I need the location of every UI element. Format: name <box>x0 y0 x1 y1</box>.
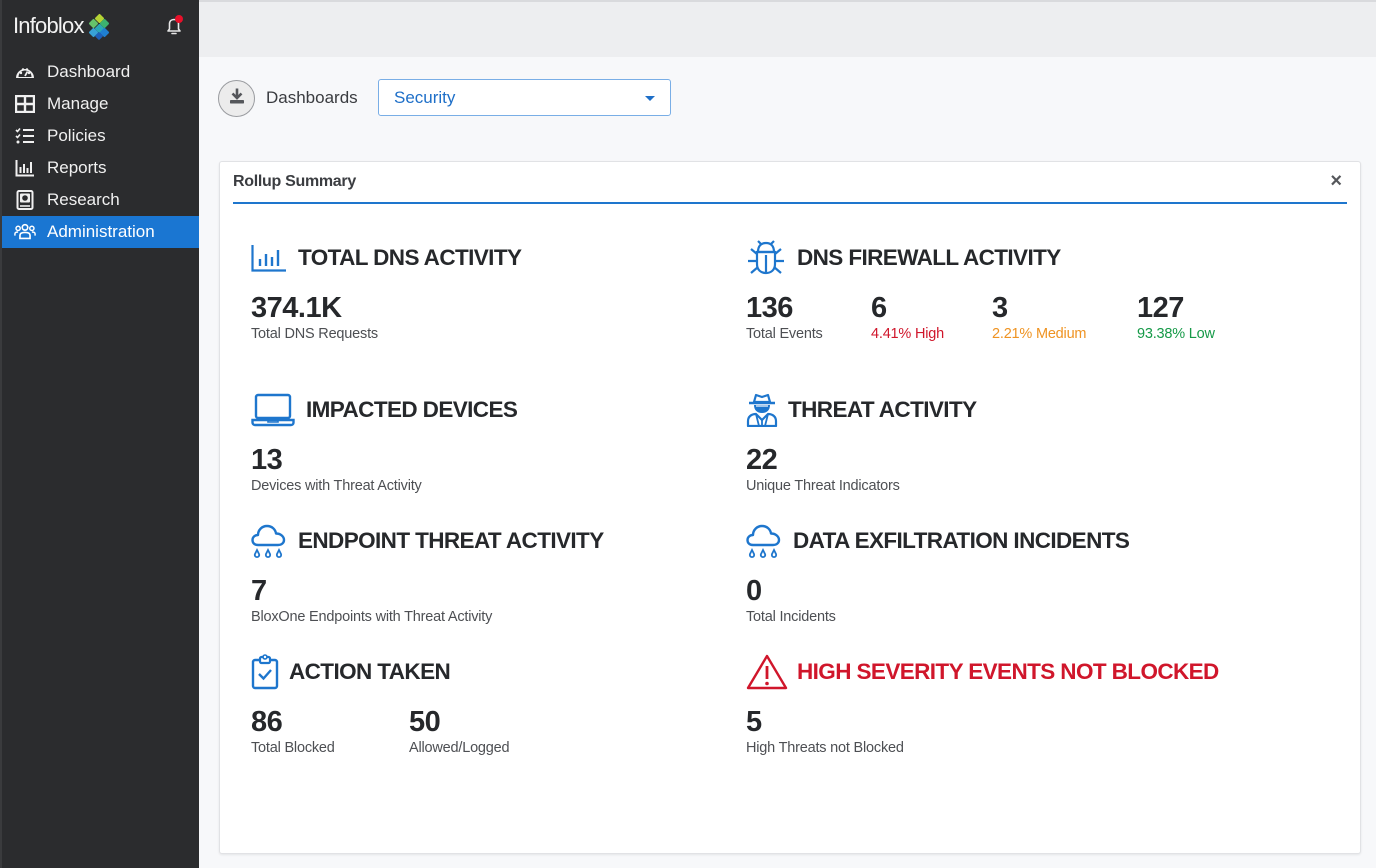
metric-label-high: 4.41% High <box>871 326 944 342</box>
sidebar-item-research[interactable]: Research <box>2 184 199 216</box>
section-title: TOTAL DNS ACTIVITY <box>298 245 522 270</box>
laptop-icon <box>251 393 306 427</box>
sidebar-item-label: Dashboard <box>47 62 131 81</box>
users-group-icon <box>14 222 36 242</box>
metric-label: Total DNS Requests <box>251 326 378 342</box>
dashboards-label: Dashboards <box>266 88 358 107</box>
dashboard-gauge-icon <box>14 62 36 82</box>
bug-icon <box>746 240 797 275</box>
section-total-dns-activity: TOTAL DNS ACTIVITY 374.1K Total DNS Requ… <box>251 241 522 342</box>
metric-high-threats-not-blocked: 5 High Threats not Blocked <box>746 707 904 756</box>
metric-devices-with-threat-activity: 13 Devices with Threat Activity <box>251 445 422 494</box>
chevron-down-icon <box>645 96 655 101</box>
sidebar-nav: Dashboard Manage Policies Reports Resear… <box>2 56 199 248</box>
bar-chart-icon <box>251 241 298 275</box>
metric-label: Unique Threat Indicators <box>746 478 900 494</box>
metric-total-blocked: 86 Total Blocked <box>251 707 409 756</box>
sidebar-item-administration[interactable]: Administration <box>2 216 199 248</box>
metric-label: High Threats not Blocked <box>746 740 904 756</box>
dashboard-select[interactable]: Security <box>378 79 671 116</box>
metric-value: 50 <box>409 706 441 738</box>
metric-label: Devices with Threat Activity <box>251 478 422 494</box>
bar-chart-icon <box>14 158 36 178</box>
metric-total-dns-requests: 374.1K Total DNS Requests <box>251 293 378 342</box>
research-book-icon <box>14 190 36 210</box>
section-title: DNS FIREWALL ACTIVITY <box>797 245 1061 270</box>
metric-unique-threat-indicators: 22 Unique Threat Indicators <box>746 445 900 494</box>
metric-label-medium: 2.21% Medium <box>992 326 1087 342</box>
spy-agent-icon <box>746 393 788 427</box>
rollup-summary-card: Rollup Summary × TOTAL DNS ACTIVITY 374.… <box>219 161 1361 854</box>
card-title: Rollup Summary <box>233 173 356 190</box>
section-threat-activity: THREAT ACTIVITY 22 Unique Threat Indicat… <box>746 393 977 494</box>
sidebar-item-label: Policies <box>47 126 106 145</box>
dashboard-select-value: Security <box>394 87 456 107</box>
notifications-bell-icon[interactable] <box>162 14 186 38</box>
section-data-exfiltration-incidents: DATA EXFILTRATION INCIDENTS 0 Total Inci… <box>746 524 1130 625</box>
sidebar-item-label: Reports <box>47 158 107 177</box>
card-divider <box>233 202 1347 204</box>
metric-label: Allowed/Logged <box>409 740 510 756</box>
section-high-severity-not-blocked: HIGH SEVERITY EVENTS NOT BLOCKED 5 High … <box>746 654 1219 756</box>
top-bar <box>199 0 1376 57</box>
sidebar-item-label: Administration <box>47 222 155 241</box>
metric-value: 13 <box>251 444 283 476</box>
metric-value: 5 <box>746 706 762 738</box>
metric-label: BloxOne Endpoints with Threat Activity <box>251 609 493 625</box>
metric-value: 127 <box>1137 292 1184 324</box>
cloud-rain-icon <box>251 524 298 558</box>
metric-high: 6 4.41% High <box>871 293 992 342</box>
metric-total-incidents: 0 Total Incidents <box>746 576 836 625</box>
section-action-taken: ACTION TAKEN 86 Total Blocked 50 Allowed… <box>251 654 510 756</box>
sidebar-item-label: Research <box>47 190 120 209</box>
infoblox-logo-icon <box>87 13 111 41</box>
metric-value: 22 <box>746 444 778 476</box>
metric-value: 136 <box>746 292 793 324</box>
download-icon <box>228 87 246 110</box>
section-title: THREAT ACTIVITY <box>788 397 977 422</box>
sidebar: Infoblox Dashboard Manage Policies Repor… <box>0 0 199 868</box>
clipboard-check-icon <box>251 654 289 690</box>
section-title: ENDPOINT THREAT ACTIVITY <box>298 528 604 553</box>
metric-value: 0 <box>746 575 762 607</box>
grid-icon <box>14 94 36 114</box>
download-button[interactable] <box>218 80 255 117</box>
metric-bloxone-endpoints: 7 BloxOne Endpoints with Threat Activity <box>251 576 492 625</box>
brand-name: Infoblox <box>13 13 84 38</box>
sidebar-item-policies[interactable]: Policies <box>2 120 199 152</box>
brand-logo[interactable]: Infoblox <box>13 12 111 41</box>
sidebar-item-reports[interactable]: Reports <box>2 152 199 184</box>
section-title: HIGH SEVERITY EVENTS NOT BLOCKED <box>797 659 1219 684</box>
cloud-rain-icon <box>746 524 793 558</box>
metric-value: 374.1K <box>251 292 342 324</box>
section-title: ACTION TAKEN <box>289 659 451 684</box>
metric-value: 3 <box>992 292 1008 324</box>
metric-label-low: 93.38% Low <box>1137 326 1215 342</box>
warning-triangle-icon <box>746 654 797 690</box>
section-endpoint-threat-activity: ENDPOINT THREAT ACTIVITY 7 BloxOne Endpo… <box>251 524 604 625</box>
metric-value: 86 <box>251 706 283 738</box>
section-title: IMPACTED DEVICES <box>306 397 518 422</box>
sidebar-item-label: Manage <box>47 94 109 113</box>
sidebar-item-dashboard[interactable]: Dashboard <box>2 56 199 88</box>
checklist-icon <box>14 126 36 146</box>
metric-label: Total Events <box>746 326 823 342</box>
metric-low: 127 93.38% Low <box>1137 293 1215 342</box>
close-icon[interactable]: × <box>1330 171 1342 191</box>
section-title: DATA EXFILTRATION INCIDENTS <box>793 528 1130 553</box>
metric-value: 6 <box>871 292 887 324</box>
metric-allowed-logged: 50 Allowed/Logged <box>409 706 510 756</box>
metric-label: Total Blocked <box>251 740 335 756</box>
sidebar-item-manage[interactable]: Manage <box>2 88 199 120</box>
metric-medium: 3 2.21% Medium <box>992 293 1137 342</box>
section-impacted-devices: IMPACTED DEVICES 13 Devices with Threat … <box>251 393 518 494</box>
metric-total-events: 136 Total Events <box>746 293 871 342</box>
section-dns-firewall-activity: DNS FIREWALL ACTIVITY 136 Total Events 6… <box>746 240 1215 342</box>
metric-label: Total Incidents <box>746 609 836 625</box>
metric-value: 7 <box>251 575 267 607</box>
